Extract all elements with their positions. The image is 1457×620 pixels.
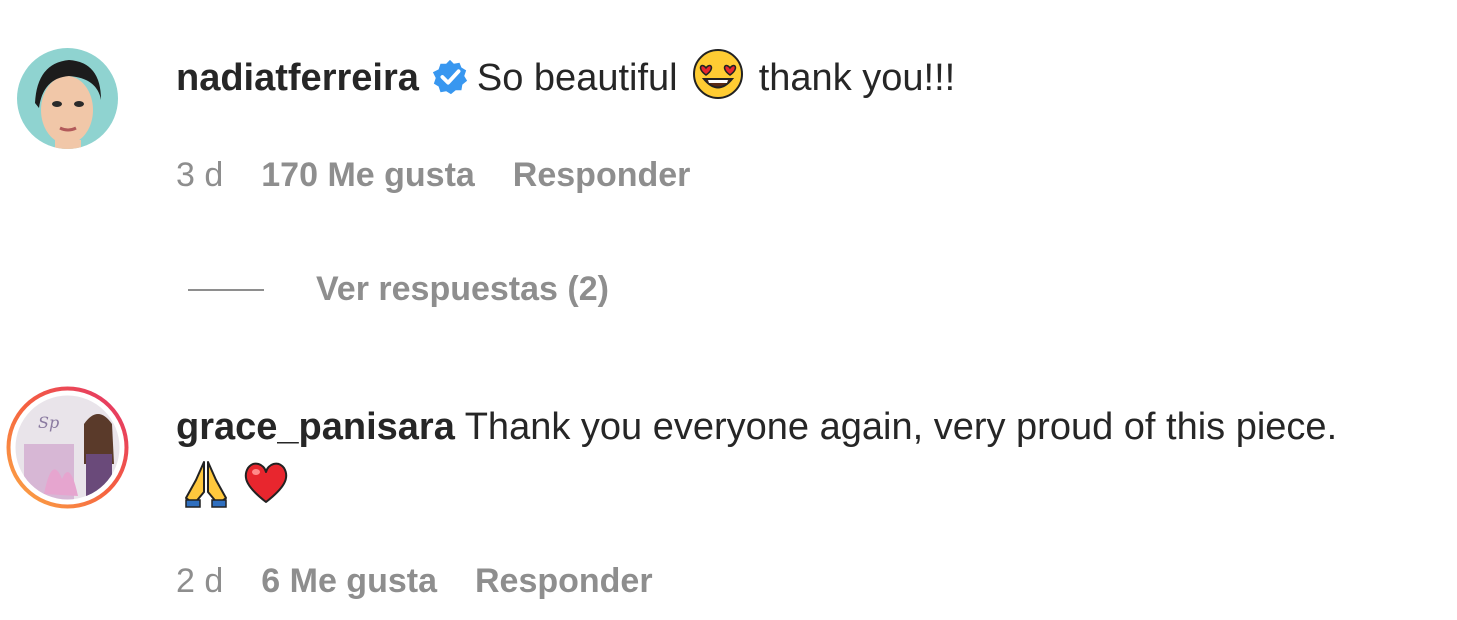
view-replies-label: Ver respuestas (2) <box>316 270 609 308</box>
comment-username[interactable]: nadiatferreira <box>176 57 419 99</box>
comment-body-part-2: thank you!!! <box>758 57 956 99</box>
comment-meta: 2 d 6 Me gusta Responder <box>176 562 653 601</box>
likes-count-button[interactable]: 170 Me gusta <box>261 156 475 195</box>
comment-text: grace_panisara Thank you everyone again,… <box>176 398 1397 525</box>
avatar[interactable]: Sp <box>4 384 131 511</box>
reply-button[interactable]: Responder <box>513 156 691 195</box>
heart-eyes-emoji-icon <box>692 48 744 117</box>
avatar[interactable] <box>17 48 118 149</box>
reply-button[interactable]: Responder <box>475 562 653 601</box>
replies-divider-line <box>188 288 264 291</box>
red-heart-emoji-icon <box>240 456 292 525</box>
verified-badge-icon <box>431 55 469 113</box>
svg-text:Sp: Sp <box>38 413 59 432</box>
comment-username[interactable]: grace_panisara <box>176 406 455 448</box>
comment-text: nadiatferreira So beautiful thank you!!! <box>176 48 1397 117</box>
folded-hands-emoji-icon <box>180 456 232 525</box>
comment-timestamp[interactable]: 2 d <box>176 562 223 601</box>
comment-meta: 3 d 170 Me gusta Responder <box>176 156 690 195</box>
comment-body: Thank you everyone again, very proud of … <box>464 406 1338 448</box>
likes-count-button[interactable]: 6 Me gusta <box>261 562 437 601</box>
comment-timestamp[interactable]: 3 d <box>176 156 223 195</box>
view-replies-button[interactable]: Ver respuestas (2) <box>188 270 609 309</box>
comment-body-part-1: So beautiful <box>476 57 678 99</box>
